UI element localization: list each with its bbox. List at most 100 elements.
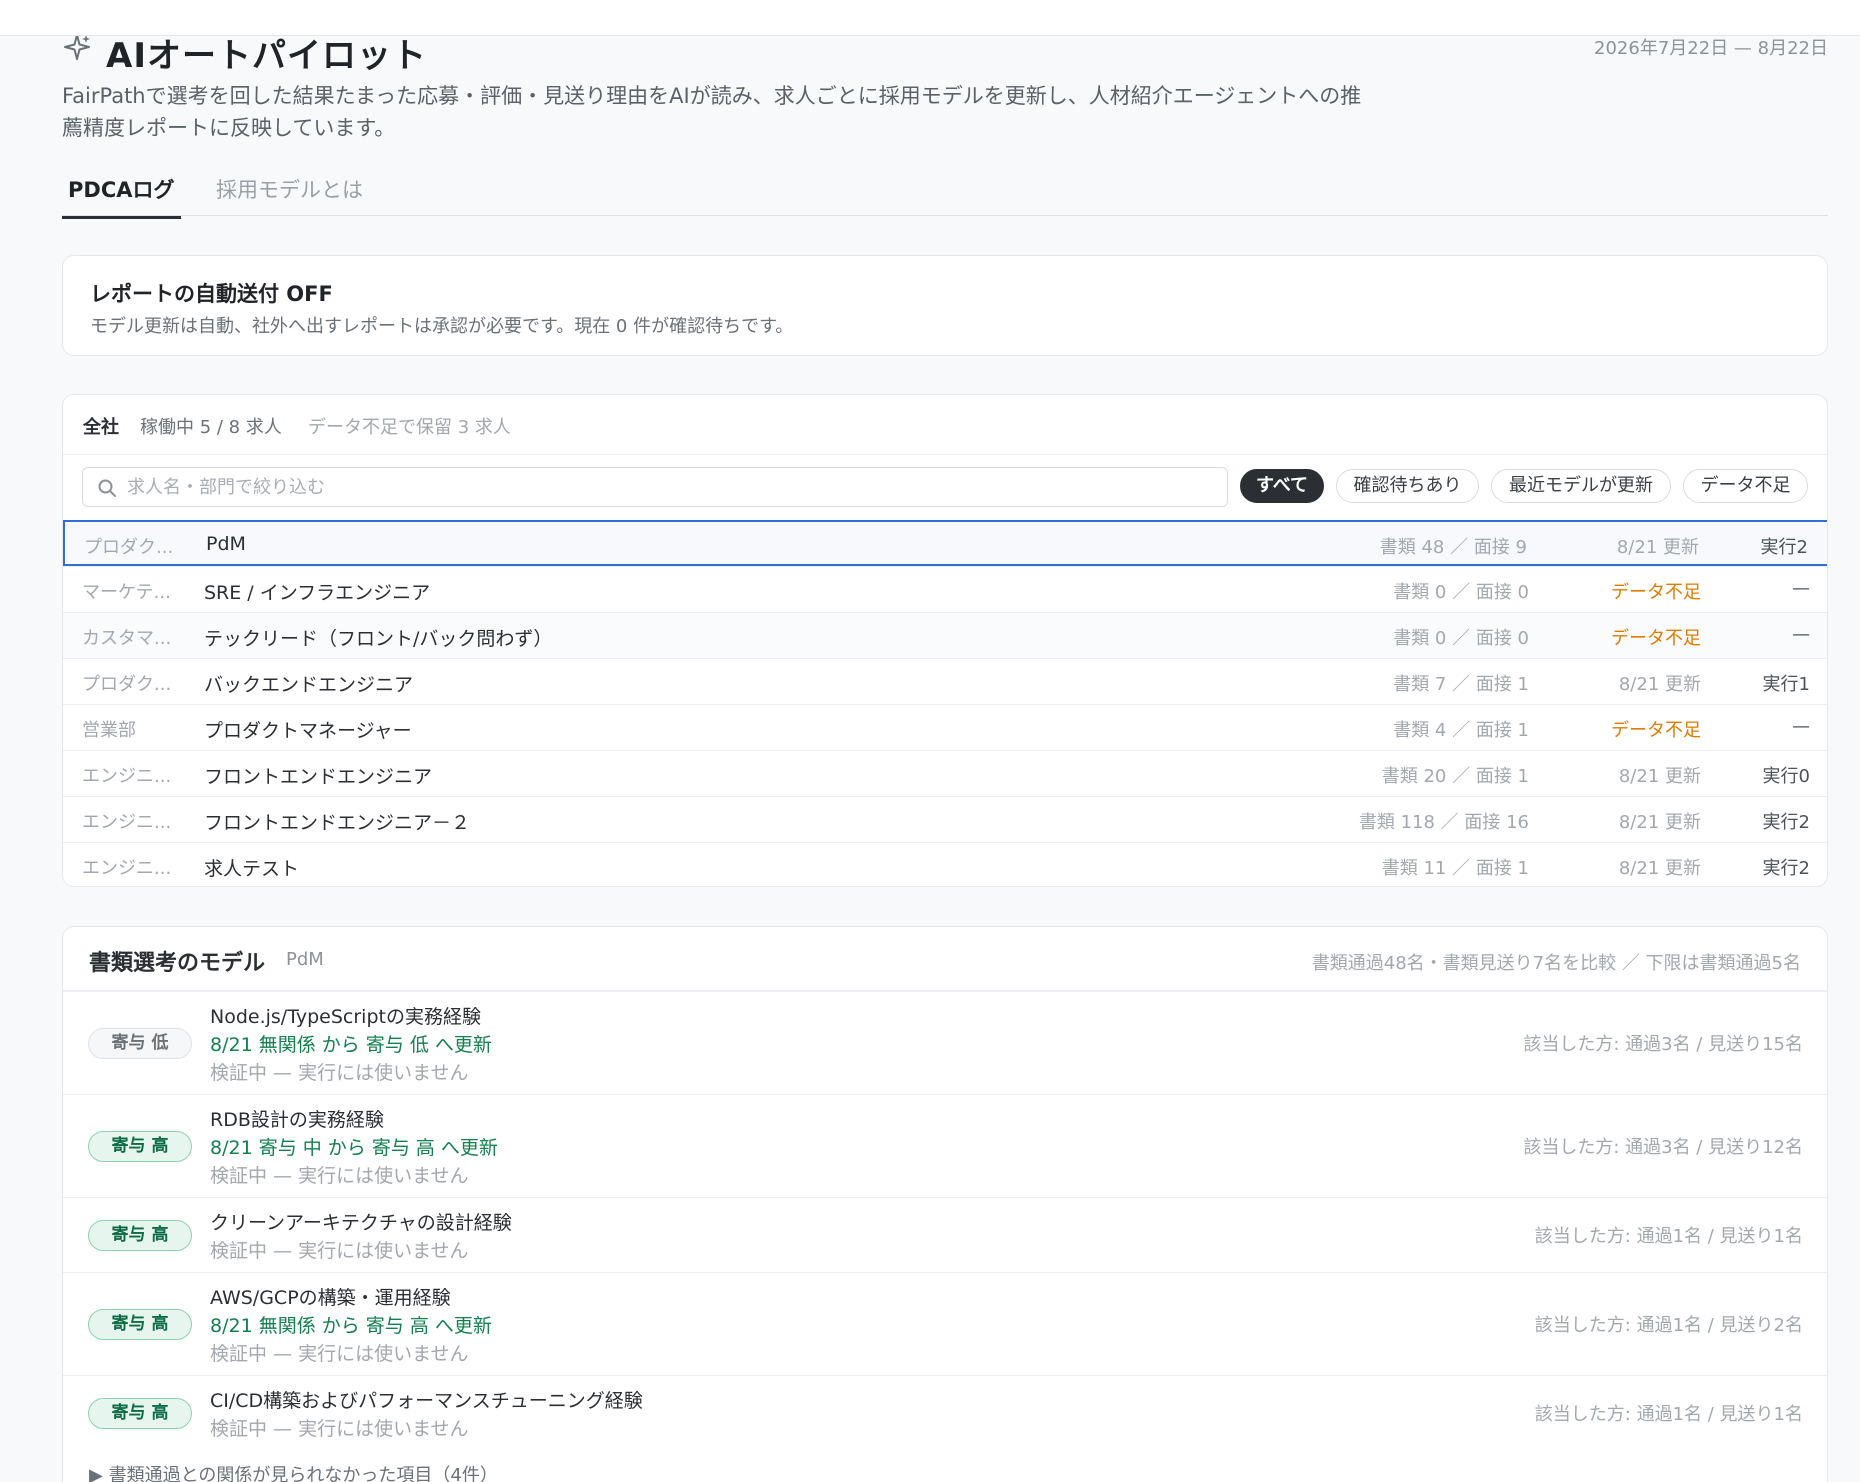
filter-recently-updated[interactable]: 最近モデルが更新 — [1491, 469, 1671, 503]
job-exec: 実行1 — [1762, 674, 1810, 695]
job-counts: 書類 118 ／ 面接 16 — [1358, 812, 1529, 833]
model-job: PdM — [286, 949, 324, 970]
job-dept: プロダク... — [84, 537, 174, 558]
job-row[interactable]: エンジニ... フロントエンドエンジニア 書類 20 ／ 面接 1 8/21 更… — [63, 750, 1827, 796]
factor-row: 寄与 低 Node.js/TypeScriptの実務経験 8/21 無関係 から… — [63, 991, 1827, 1094]
filter-insufficient-data[interactable]: データ不足 — [1683, 469, 1808, 503]
model-title: 書類選考のモデル — [89, 951, 266, 976]
jobs-header: 全社 稼働中 5 / 8 求人 データ不足で保留 3 求人 — [63, 395, 1827, 455]
factor-name: CI/CD構築およびパフォーマンスチューニング経験 — [210, 1390, 643, 1412]
notice-subtitle: モデル更新は自動、社外へ出すレポートは承認が必要です。現在 0 件が確認待ちです… — [90, 316, 794, 337]
factor-status: 検証中 — 実行には使いません — [210, 1062, 469, 1084]
tab-bar: PDCAログ 採用モデルとは — [62, 168, 1828, 219]
search-icon — [98, 479, 116, 497]
search-input[interactable] — [127, 472, 1217, 502]
factor-counts: 該当した方: 通過1名 / 見送り2名 — [1534, 1315, 1803, 1336]
factor-counts: 該当した方: 通過1名 / 見送り1名 — [1534, 1404, 1803, 1425]
top-bar — [0, 0, 1860, 36]
date-range: 2026年7月22日 — 8月22日 — [1594, 38, 1828, 59]
job-update: データ不足 — [1611, 582, 1701, 603]
job-update: データ不足 — [1611, 628, 1701, 649]
factor-name: RDB設計の実務経験 — [210, 1109, 384, 1131]
job-exec: 実行2 — [1762, 858, 1810, 879]
job-counts: 書類 0 ／ 面接 0 — [1393, 628, 1529, 649]
job-row[interactable]: エンジニ... 求人テスト 書類 11 ／ 面接 1 8/21 更新 実行2 — [63, 842, 1827, 886]
job-exec: — — [1792, 578, 1810, 599]
job-exec: 実行2 — [1762, 812, 1810, 833]
factor-counts: 該当した方: 通過1名 / 見送り1名 — [1534, 1226, 1803, 1247]
contribution-badge: 寄与 高 — [88, 1220, 192, 1251]
job-name: SRE / インフラエンジニア — [204, 582, 431, 604]
factor-status: 検証中 — 実行には使いません — [210, 1343, 469, 1365]
factor-row: 寄与 高 クリーンアーキテクチャの設計経験 検証中 — 実行には使いません 該当… — [63, 1197, 1827, 1272]
contribution-badge: 寄与 高 — [88, 1309, 192, 1340]
factor-change: 8/21 無関係 から 寄与 低 へ更新 — [210, 1034, 492, 1056]
job-name: フロントエンドエンジニア — [204, 766, 433, 788]
hold-jobs-count: データ不足で保留 3 求人 — [308, 417, 511, 438]
contribution-badge: 寄与 高 — [88, 1131, 192, 1162]
model-note: 書類通過48名・書類見送り7名を比較 ／ 下限は書類通過5名 — [1311, 953, 1801, 974]
job-counts: 書類 0 ／ 面接 0 — [1393, 582, 1529, 603]
job-name: プロダクトマネージャー — [204, 720, 412, 742]
job-name: バックエンドエンジニア — [204, 674, 414, 696]
job-row[interactable]: プロダク... PdM 書類 48 ／ 面接 9 8/21 更新 実行2 — [63, 520, 1827, 566]
job-dept: 営業部 — [82, 720, 136, 741]
job-counts: 書類 48 ／ 面接 9 — [1379, 537, 1527, 558]
tab-pdca-log[interactable]: PDCAログ — [62, 174, 181, 219]
factor-change: 8/21 寄与 中 から 寄与 高 へ更新 — [210, 1137, 498, 1159]
factor-row: 寄与 高 CI/CD構築およびパフォーマンスチューニング経験 検証中 — 実行に… — [63, 1375, 1827, 1450]
filter-pending-review[interactable]: 確認待ちあり — [1336, 469, 1479, 503]
job-row[interactable]: エンジニ... フロントエンドエンジニア－２ 書類 118 ／ 面接 16 8/… — [63, 796, 1827, 842]
factor-name: AWS/GCPの構築・運用経験 — [210, 1287, 451, 1309]
factor-name: Node.js/TypeScriptの実務経験 — [210, 1006, 481, 1028]
job-exec: 実行2 — [1760, 537, 1808, 558]
sparkle-icon — [64, 34, 90, 60]
factor-change: 8/21 無関係 から 寄与 高 へ更新 — [210, 1315, 492, 1337]
factor-row: 寄与 高 AWS/GCPの構築・運用経験 8/21 無関係 から 寄与 高 へ更… — [63, 1272, 1827, 1375]
job-name: 求人テスト — [204, 858, 300, 880]
job-name: PdM — [206, 533, 246, 555]
scope-label: 全社 — [83, 417, 119, 438]
job-row[interactable]: 営業部 プロダクトマネージャー 書類 4 ／ 面接 1 データ不足 — — [63, 704, 1827, 750]
job-exec: — — [1792, 624, 1810, 645]
jobs-panel: 全社 稼働中 5 / 8 求人 データ不足で保留 3 求人 すべて 確認待ちあり… — [62, 394, 1828, 887]
job-exec: 実行0 — [1762, 766, 1810, 787]
job-exec: — — [1792, 716, 1810, 737]
job-counts: 書類 11 ／ 面接 1 — [1381, 858, 1529, 879]
job-update: 8/21 更新 — [1618, 674, 1701, 695]
contribution-badge: 寄与 低 — [88, 1028, 192, 1059]
job-row[interactable]: プロダク... バックエンドエンジニア 書類 7 ／ 面接 1 8/21 更新 … — [63, 658, 1827, 704]
factor-status: 検証中 — 実行には使いません — [210, 1240, 469, 1262]
notice-title: レポートの自動送付 OFF — [90, 282, 333, 306]
job-counts: 書類 4 ／ 面接 1 — [1393, 720, 1529, 741]
page-description: FairPathで選考を回した結果たまった応募・評価・見送り理由をAIが読み、求… — [62, 84, 1362, 140]
job-counts: 書類 7 ／ 面接 1 — [1393, 674, 1529, 695]
job-update: 8/21 更新 — [1616, 537, 1699, 558]
contribution-badge: 寄与 高 — [88, 1398, 192, 1429]
job-dept: エンジニ... — [82, 812, 172, 833]
job-dept: プロダク... — [82, 674, 172, 695]
job-dept: マーケテ... — [82, 582, 171, 603]
screening-model-panel: 書類選考のモデル PdM 書類通過48名・書類見送り7名を比較 ／ 下限は書類通… — [62, 926, 1828, 1482]
job-update: 8/21 更新 — [1618, 858, 1701, 879]
factor-status: 検証中 — 実行には使いません — [210, 1165, 469, 1187]
job-name: テックリード（フロント/バック問わず） — [204, 628, 553, 650]
job-row[interactable]: マーケテ... SRE / インフラエンジニア 書類 0 ／ 面接 0 データ不… — [63, 566, 1827, 612]
factor-counts: 該当した方: 通過3名 / 見送り12名 — [1523, 1137, 1803, 1158]
unrelated-items-toggle[interactable]: ▶ 書類通過との関係が見られなかった項目（4件） — [89, 1461, 498, 1482]
job-dept: エンジニ... — [82, 858, 172, 879]
job-dept: カスタマ... — [82, 628, 172, 649]
job-row[interactable]: カスタマ... テックリード（フロント/バック問わず） 書類 0 ／ 面接 0 … — [63, 612, 1827, 658]
job-update: 8/21 更新 — [1618, 812, 1701, 833]
job-search[interactable] — [82, 467, 1228, 507]
job-update: データ不足 — [1611, 720, 1701, 741]
job-update: 8/21 更新 — [1618, 766, 1701, 787]
model-header: 書類選考のモデル PdM 書類通過48名・書類見送り7名を比較 ／ 下限は書類通… — [63, 927, 1827, 991]
auto-report-notice: レポートの自動送付 OFF モデル更新は自動、社外へ出すレポートは承認が必要です… — [62, 255, 1828, 356]
factor-name: クリーンアーキテクチャの設計経験 — [210, 1212, 512, 1234]
factor-row: 寄与 高 RDB設計の実務経験 8/21 寄与 中 から 寄与 高 へ更新 検証… — [63, 1094, 1827, 1197]
job-name: フロントエンドエンジニア－２ — [204, 812, 471, 834]
factor-counts: 該当した方: 通過3名 / 見送り15名 — [1523, 1034, 1803, 1055]
filter-all[interactable]: すべて — [1240, 469, 1324, 503]
tab-about-model[interactable]: 採用モデルとは — [210, 174, 369, 216]
